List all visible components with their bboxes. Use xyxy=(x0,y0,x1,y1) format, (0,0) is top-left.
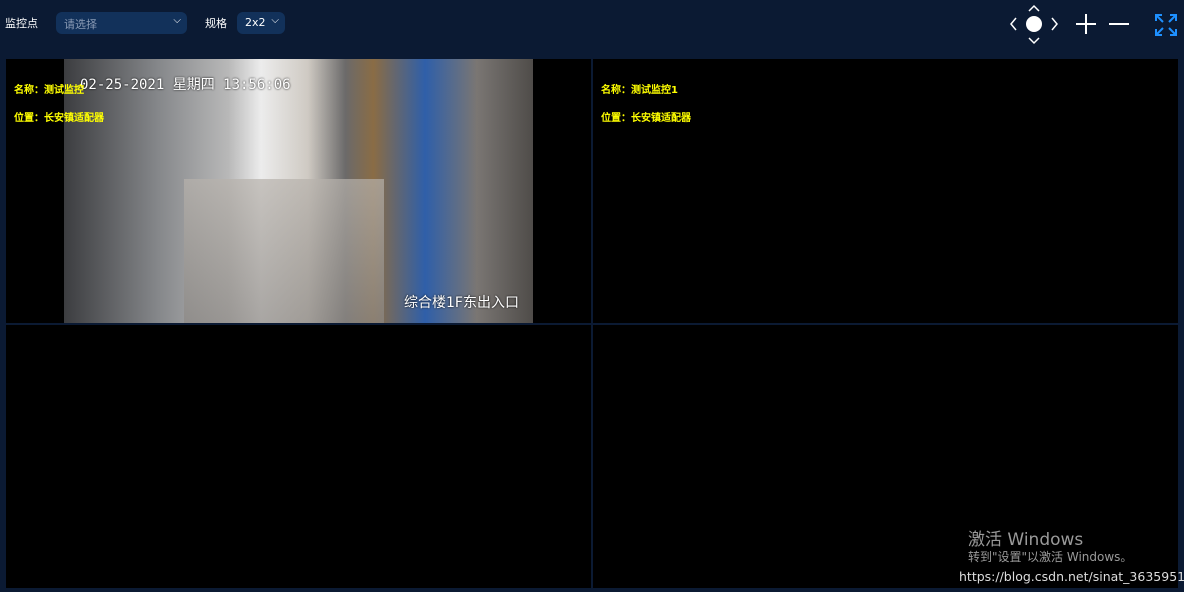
video-grid: 02-25-2021 星期四 13:56:06 综合楼1F东出入口 名称：测试监… xyxy=(5,58,1179,589)
camera-feed xyxy=(64,59,533,323)
camera-name: 名称：测试监控 xyxy=(14,85,84,96)
ptz-control[interactable] xyxy=(1005,2,1065,46)
chevron-down-icon: ⌵ xyxy=(271,15,279,26)
minus-icon[interactable] xyxy=(1108,13,1130,35)
spec-label: 规格 xyxy=(205,17,227,30)
monitor-select[interactable]: 请选择 ⌵ xyxy=(56,12,187,34)
plus-icon[interactable] xyxy=(1075,13,1097,35)
toolbar: 监控点 请选择 ⌵ 规格 2x2 ⌵ xyxy=(0,0,1184,50)
activation-subtitle: 转到"设置"以激活 Windows。 xyxy=(968,550,1133,564)
chevron-right-icon xyxy=(1051,17,1058,31)
video-cell-2[interactable]: 名称：测试监控1 位置：长安镇适配器 xyxy=(593,59,1178,323)
activation-title: 激活 Windows xyxy=(968,530,1084,550)
center-dot-icon xyxy=(1026,16,1042,32)
monitor-label: 监控点 xyxy=(5,17,38,30)
source-url: https://blog.csdn.net/sinat_36359516 xyxy=(959,569,1184,584)
chevron-up-icon xyxy=(1028,4,1040,12)
camera-location: 位置：长安镇适配器 xyxy=(14,113,104,124)
camera-location: 位置：长安镇适配器 xyxy=(601,113,691,124)
spec-select[interactable]: 2x2 ⌵ xyxy=(237,12,285,34)
osd-timestamp: 02-25-2021 星期四 13:56:06 xyxy=(80,77,291,93)
chevron-down-icon: ⌵ xyxy=(173,15,181,26)
camera-name: 名称：测试监控1 xyxy=(601,85,678,96)
video-cell-3[interactable] xyxy=(6,325,591,588)
monitor-placeholder: 请选择 xyxy=(64,18,97,31)
chevron-left-icon xyxy=(1010,17,1017,31)
chevron-down-icon xyxy=(1028,37,1040,45)
spec-value: 2x2 xyxy=(245,16,266,29)
video-cell-1[interactable]: 02-25-2021 星期四 13:56:06 综合楼1F东出入口 名称：测试监… xyxy=(6,59,591,323)
osd-location: 综合楼1F东出入口 xyxy=(404,295,519,311)
fullscreen-icon[interactable] xyxy=(1154,13,1178,37)
